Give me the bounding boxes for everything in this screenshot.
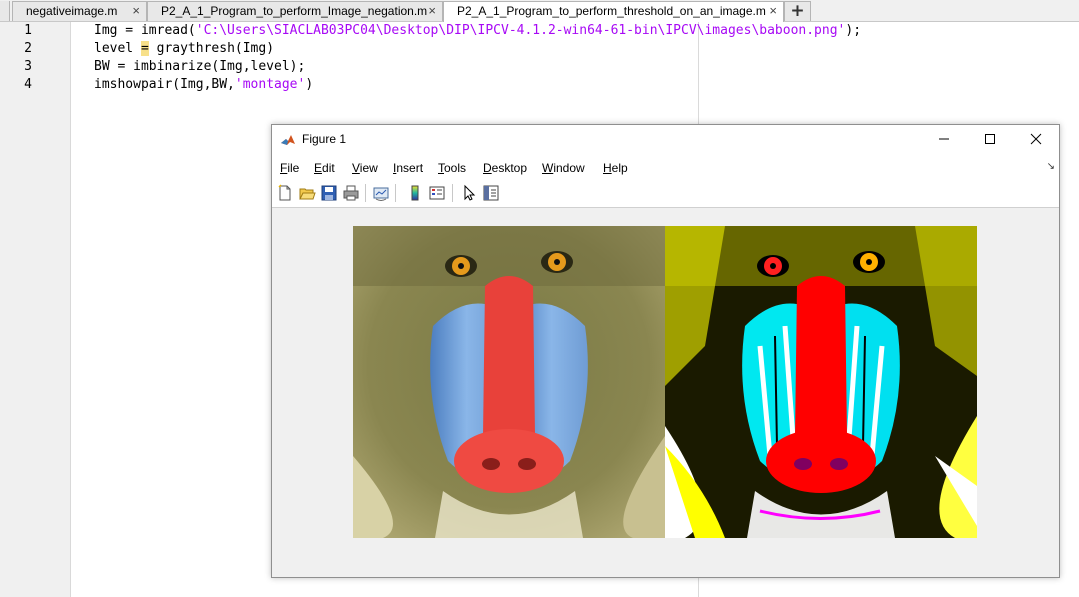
baboon-binarized-image	[665, 226, 977, 538]
line-number: 2	[24, 41, 32, 56]
tab-scroll-stub[interactable]	[0, 1, 10, 21]
new-figure-icon[interactable]	[276, 184, 294, 202]
baboon-color-image	[353, 226, 665, 538]
maximize-button[interactable]	[967, 125, 1013, 155]
tab-label: P2_A_1_Program_to_perform_threshold_on_a…	[457, 4, 766, 18]
print-icon[interactable]	[342, 184, 360, 202]
maximize-icon	[985, 134, 995, 144]
menu-desktop[interactable]: Desktop	[483, 161, 527, 175]
figure-toolbar	[272, 179, 1059, 208]
line-number: 4	[24, 77, 32, 92]
tab-negativeimage[interactable]: negativeimage.m ×	[12, 1, 147, 21]
tab-threshold[interactable]: P2_A_1_Program_to_perform_threshold_on_a…	[443, 1, 784, 22]
toolbar-separator	[395, 184, 396, 202]
menu-view[interactable]: View	[352, 161, 378, 175]
code-line-4[interactable]: imshowpair(Img,BW,'montage')	[94, 76, 313, 94]
code-line-3[interactable]: BW = imbinarize(Img,level);	[94, 58, 305, 76]
property-inspector-icon[interactable]	[482, 184, 500, 202]
figure-canvas[interactable]	[272, 208, 1059, 577]
original-image	[353, 226, 665, 538]
close-icon	[1030, 133, 1042, 145]
figure-window[interactable]: Figure 1 File Edit View Insert Tools Des…	[271, 124, 1060, 578]
menu-tools[interactable]: Tools	[438, 161, 466, 175]
figure-title: Figure 1	[302, 132, 347, 146]
menu-window[interactable]: Window	[542, 161, 585, 175]
menu-file[interactable]: File	[280, 161, 299, 175]
toolbar-separator	[365, 184, 366, 202]
code-line-2[interactable]: level = graythresh(Img)	[94, 40, 274, 58]
close-icon[interactable]: ×	[428, 2, 436, 20]
toolbar-separator	[452, 184, 453, 202]
add-tab-button[interactable]: +	[784, 1, 811, 21]
tab-label: negativeimage.m	[26, 4, 118, 18]
line-number: 3	[24, 59, 32, 74]
menu-insert[interactable]: Insert	[393, 161, 423, 175]
close-icon[interactable]: ×	[769, 2, 777, 20]
minimize-button[interactable]	[921, 125, 967, 155]
menu-edit[interactable]: Edit	[314, 161, 335, 175]
close-button[interactable]	[1013, 125, 1059, 155]
dock-arrow-icon[interactable]: ↘	[1047, 161, 1055, 172]
save-icon[interactable]	[320, 184, 338, 202]
editor-tab-bar: negativeimage.m × P2_A_1_Program_to_perf…	[0, 0, 1079, 22]
edit-plot-icon[interactable]	[460, 184, 478, 202]
close-icon[interactable]: ×	[132, 2, 140, 20]
tab-image-negation[interactable]: P2_A_1_Program_to_perform_Image_negation…	[147, 1, 443, 21]
line-number-gutter: 1 2 3 4	[0, 22, 71, 597]
figure-title-bar[interactable]: Figure 1	[272, 125, 1059, 155]
open-file-icon[interactable]	[298, 184, 316, 202]
figure-menu-bar: File Edit View Insert Tools Desktop Wind…	[272, 155, 1059, 179]
colorbar-icon[interactable]	[406, 184, 424, 202]
matlab-logo-icon	[280, 132, 296, 148]
code-line-1[interactable]: Img = imread('C:\Users\SIACLAB03PC04\Des…	[94, 22, 861, 40]
menu-help[interactable]: Help	[603, 161, 628, 175]
link-plot-icon[interactable]	[372, 184, 390, 202]
line-number: 1	[24, 23, 32, 38]
legend-icon[interactable]	[428, 184, 446, 202]
binarized-image	[665, 226, 977, 538]
tab-label: P2_A_1_Program_to_perform_Image_negation…	[161, 4, 428, 18]
minimize-icon	[939, 138, 949, 140]
